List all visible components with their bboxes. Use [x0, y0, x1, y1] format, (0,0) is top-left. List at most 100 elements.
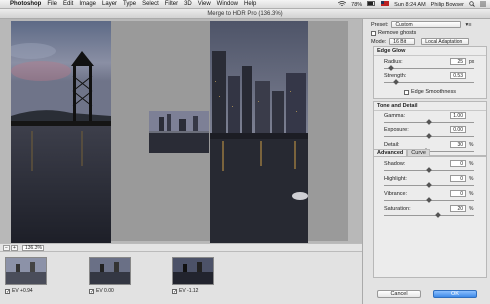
- window-title: Merge to HDR Pro (136.3%): [207, 11, 283, 17]
- wifi-icon[interactable]: [337, 0, 347, 9]
- advanced-curve-tabs: Advanced Curve: [373, 149, 487, 156]
- remove-ghosts-label: Remove ghosts: [378, 30, 417, 36]
- menu-layer[interactable]: Layer: [102, 1, 117, 7]
- tab-curve[interactable]: Curve: [407, 149, 430, 156]
- image-tile-skyline-small: [149, 111, 209, 153]
- slider-knob[interactable]: [426, 197, 432, 203]
- exposure-input[interactable]: 0.00: [450, 126, 466, 133]
- slider-knob[interactable]: [435, 212, 441, 218]
- detail-unit: %: [469, 142, 474, 148]
- gamma-label: Gamma:: [384, 113, 406, 119]
- canvas-status-bar: − + 136.3%: [0, 243, 362, 252]
- shadow-slider[interactable]: [384, 167, 474, 173]
- slider-knob[interactable]: [426, 167, 432, 173]
- image-tile-bridge: [11, 21, 111, 243]
- strength-input[interactable]: 0.53: [450, 72, 466, 79]
- menu-edit[interactable]: Edit: [63, 1, 73, 7]
- radius-label: Radius:: [384, 59, 403, 65]
- mode-label: Mode:: [371, 38, 387, 45]
- shadow-label: Shadow:: [384, 161, 406, 167]
- menu-select[interactable]: Select: [142, 1, 159, 7]
- detail-label: Detail:: [384, 142, 400, 148]
- zoom-out-button[interactable]: −: [3, 244, 10, 251]
- flag-icon[interactable]: [381, 1, 390, 8]
- saturation-slider[interactable]: [384, 212, 474, 218]
- preset-menu-icon[interactable]: ▾≡: [465, 22, 471, 28]
- slider-knob[interactable]: [392, 79, 399, 85]
- search-icon[interactable]: [469, 0, 475, 9]
- zoom-in-button[interactable]: +: [11, 244, 18, 251]
- radius-input[interactable]: 25: [450, 58, 466, 65]
- saturation-input[interactable]: 20: [450, 205, 466, 212]
- menu-file[interactable]: File: [47, 1, 57, 7]
- edge-glow-title: Edge Glow: [374, 47, 486, 56]
- thumbnail-1[interactable]: ✓ EV +0.94: [5, 257, 47, 295]
- thumbnail-checkbox[interactable]: ✓: [89, 288, 94, 294]
- method-select[interactable]: Local Adaptation: [421, 38, 470, 45]
- vibrance-unit: %: [469, 191, 474, 197]
- shadow-unit: %: [469, 161, 474, 167]
- slider-knob[interactable]: [426, 182, 432, 188]
- menu-photoshop[interactable]: Photoshop: [10, 1, 41, 7]
- edge-glow-group: Edge Glow Radius: 25 px Strength: 0.53 E…: [373, 46, 487, 99]
- edge-smoothness-label: Edge Smoothness: [411, 89, 456, 95]
- strength-slider[interactable]: [384, 79, 474, 85]
- slider-knob[interactable]: [426, 133, 432, 139]
- menu-3d[interactable]: 3D: [184, 1, 192, 7]
- window-title-bar: Merge to HDR Pro (136.3%): [0, 9, 490, 19]
- thumbnail-2[interactable]: ✓ EV 0.00: [89, 257, 131, 295]
- menu-view[interactable]: View: [198, 1, 211, 7]
- menu-filter[interactable]: Filter: [165, 1, 178, 7]
- ev-label: EV 0.00: [96, 288, 114, 294]
- thumbnail-checkbox[interactable]: ✓: [172, 288, 177, 294]
- advanced-group: Shadow: 0 % Highlight: 0 % Vibrance: 0 %…: [373, 156, 487, 278]
- ev-label: EV +0.94: [12, 288, 33, 294]
- saturation-label: Saturation:: [384, 206, 411, 212]
- exposure-slider[interactable]: [384, 133, 474, 139]
- menu-image[interactable]: Image: [79, 1, 96, 7]
- highlight-slider[interactable]: [384, 182, 474, 188]
- ev-label: EV -1.12: [179, 288, 199, 294]
- bit-depth-select[interactable]: 16 Bit: [389, 38, 416, 45]
- slider-knob[interactable]: [388, 65, 395, 71]
- tone-detail-group: Tone and Detail Gamma: 1.00 Exposure: 0.…: [373, 101, 487, 156]
- thumbnail-image[interactable]: [89, 257, 131, 285]
- edge-smoothness-checkbox[interactable]: [404, 89, 409, 95]
- remove-ghosts-checkbox[interactable]: [371, 30, 376, 36]
- tab-advanced[interactable]: Advanced: [373, 149, 408, 156]
- menu-extras: 78% Sun 8:24 AM Philip Bowser: [333, 0, 486, 9]
- ok-button[interactable]: OK: [433, 290, 477, 298]
- highlight-unit: %: [469, 176, 474, 182]
- user-name[interactable]: Philip Bowser: [431, 2, 464, 8]
- thumbnail-checkbox[interactable]: ✓: [5, 288, 10, 294]
- detail-input[interactable]: 30: [450, 141, 466, 148]
- thumbnail-image[interactable]: [172, 257, 214, 285]
- battery-icon: [367, 1, 376, 8]
- radius-slider[interactable]: [384, 65, 474, 71]
- exposure-label: Exposure:: [384, 127, 409, 133]
- menu-bar: Photoshop File Edit Image Layer Type Sel…: [0, 0, 490, 9]
- thumbnail-image[interactable]: [5, 257, 47, 285]
- tone-detail-title: Tone and Detail: [374, 102, 486, 111]
- menu-help[interactable]: Help: [244, 1, 256, 7]
- clock[interactable]: Sun 8:24 AM: [394, 2, 426, 8]
- list-icon[interactable]: [480, 1, 486, 9]
- preset-label: Preset:: [371, 21, 389, 28]
- preset-select[interactable]: Custom: [391, 21, 462, 28]
- source-thumbnail-strip: ✓ EV +0.94 ✓ EV 0.00 ✓ EV -1.12: [0, 252, 362, 304]
- vibrance-slider[interactable]: [384, 197, 474, 203]
- thumbnail-3[interactable]: ✓ EV -1.12: [172, 257, 214, 295]
- image-tile-skyline: [210, 21, 308, 243]
- menu-type[interactable]: Type: [123, 1, 136, 7]
- highlight-input[interactable]: 0: [450, 175, 466, 182]
- cancel-button[interactable]: Cancel: [377, 290, 421, 298]
- shadow-input[interactable]: 0: [450, 160, 466, 167]
- slider-knob[interactable]: [426, 119, 432, 125]
- vibrance-input[interactable]: 0: [450, 190, 466, 197]
- zoom-level-field[interactable]: 136.3%: [22, 244, 44, 251]
- gamma-slider[interactable]: [384, 119, 474, 125]
- battery-text[interactable]: 78%: [351, 2, 362, 8]
- preview-canvas[interactable]: [0, 19, 362, 243]
- menu-window[interactable]: Window: [217, 1, 238, 7]
- gamma-input[interactable]: 1.00: [450, 112, 466, 119]
